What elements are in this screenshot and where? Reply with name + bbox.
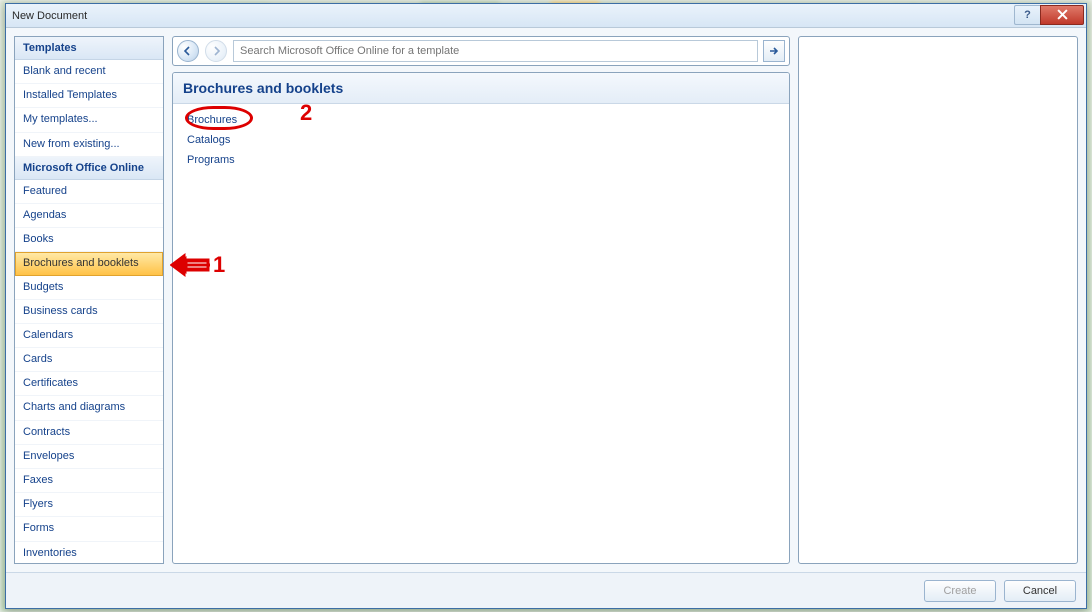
content-link-1[interactable]: Catalogs	[185, 130, 777, 150]
sidebar-item-top-2[interactable]: My templates...	[15, 108, 163, 132]
content-body: BrochuresCatalogsPrograms	[173, 104, 789, 176]
dialog-footer: Create Cancel	[6, 572, 1086, 608]
search-field-wrap	[233, 40, 758, 62]
back-arrow-icon	[183, 46, 193, 56]
content-heading: Brochures and booklets	[173, 73, 789, 104]
sidebar-panel: TemplatesBlank and recentInstalled Templ…	[14, 36, 164, 564]
sidebar-item-online-10[interactable]: Contracts	[15, 421, 163, 445]
new-document-dialog: New Document ? TemplatesBlank and recent…	[5, 3, 1087, 609]
forward-arrow-icon	[211, 46, 221, 56]
create-button[interactable]: Create	[924, 580, 996, 602]
sidebar-item-top-0[interactable]: Blank and recent	[15, 60, 163, 84]
sidebar-item-online-0[interactable]: Featured	[15, 180, 163, 204]
sidebar-item-online-1[interactable]: Agendas	[15, 204, 163, 228]
content-panel: Brochures and booklets BrochuresCatalogs…	[172, 72, 790, 564]
sidebar-item-online-2[interactable]: Books	[15, 228, 163, 252]
close-button[interactable]	[1040, 5, 1084, 25]
sidebar-item-online-13[interactable]: Flyers	[15, 493, 163, 517]
nav-forward-button[interactable]	[205, 40, 227, 62]
preview-panel	[798, 36, 1078, 564]
sidebar-item-online-5[interactable]: Business cards	[15, 300, 163, 324]
sidebar-item-online-15[interactable]: Inventories	[15, 542, 163, 563]
sidebar-item-online-9[interactable]: Charts and diagrams	[15, 396, 163, 420]
dialog-title: New Document	[12, 10, 1014, 22]
close-icon	[1057, 9, 1068, 20]
titlebar: New Document ?	[6, 4, 1086, 28]
search-input[interactable]	[234, 45, 757, 57]
sidebar-item-online-11[interactable]: Envelopes	[15, 445, 163, 469]
nav-back-button[interactable]	[177, 40, 199, 62]
sidebar-scroll[interactable]: TemplatesBlank and recentInstalled Templ…	[15, 37, 163, 563]
nav-toolbar	[172, 36, 790, 66]
cancel-button[interactable]: Cancel	[1004, 580, 1076, 602]
sidebar-header-online: Microsoft Office Online	[15, 157, 163, 180]
sidebar-item-online-14[interactable]: Forms	[15, 517, 163, 541]
sidebar-item-top-1[interactable]: Installed Templates	[15, 84, 163, 108]
sidebar-item-online-6[interactable]: Calendars	[15, 324, 163, 348]
sidebar-item-online-3[interactable]: Brochures and booklets	[15, 252, 163, 275]
sidebar-item-online-7[interactable]: Cards	[15, 348, 163, 372]
sidebar-item-online-8[interactable]: Certificates	[15, 372, 163, 396]
sidebar-item-online-12[interactable]: Faxes	[15, 469, 163, 493]
content-link-0[interactable]: Brochures	[185, 110, 777, 130]
content-link-2[interactable]: Programs	[185, 150, 777, 170]
sidebar-item-online-4[interactable]: Budgets	[15, 276, 163, 300]
help-button[interactable]: ?	[1014, 5, 1040, 25]
search-go-button[interactable]	[763, 40, 785, 62]
go-arrow-icon	[768, 45, 780, 57]
sidebar-item-top-3[interactable]: New from existing...	[15, 133, 163, 157]
sidebar-header-templates: Templates	[15, 37, 163, 60]
